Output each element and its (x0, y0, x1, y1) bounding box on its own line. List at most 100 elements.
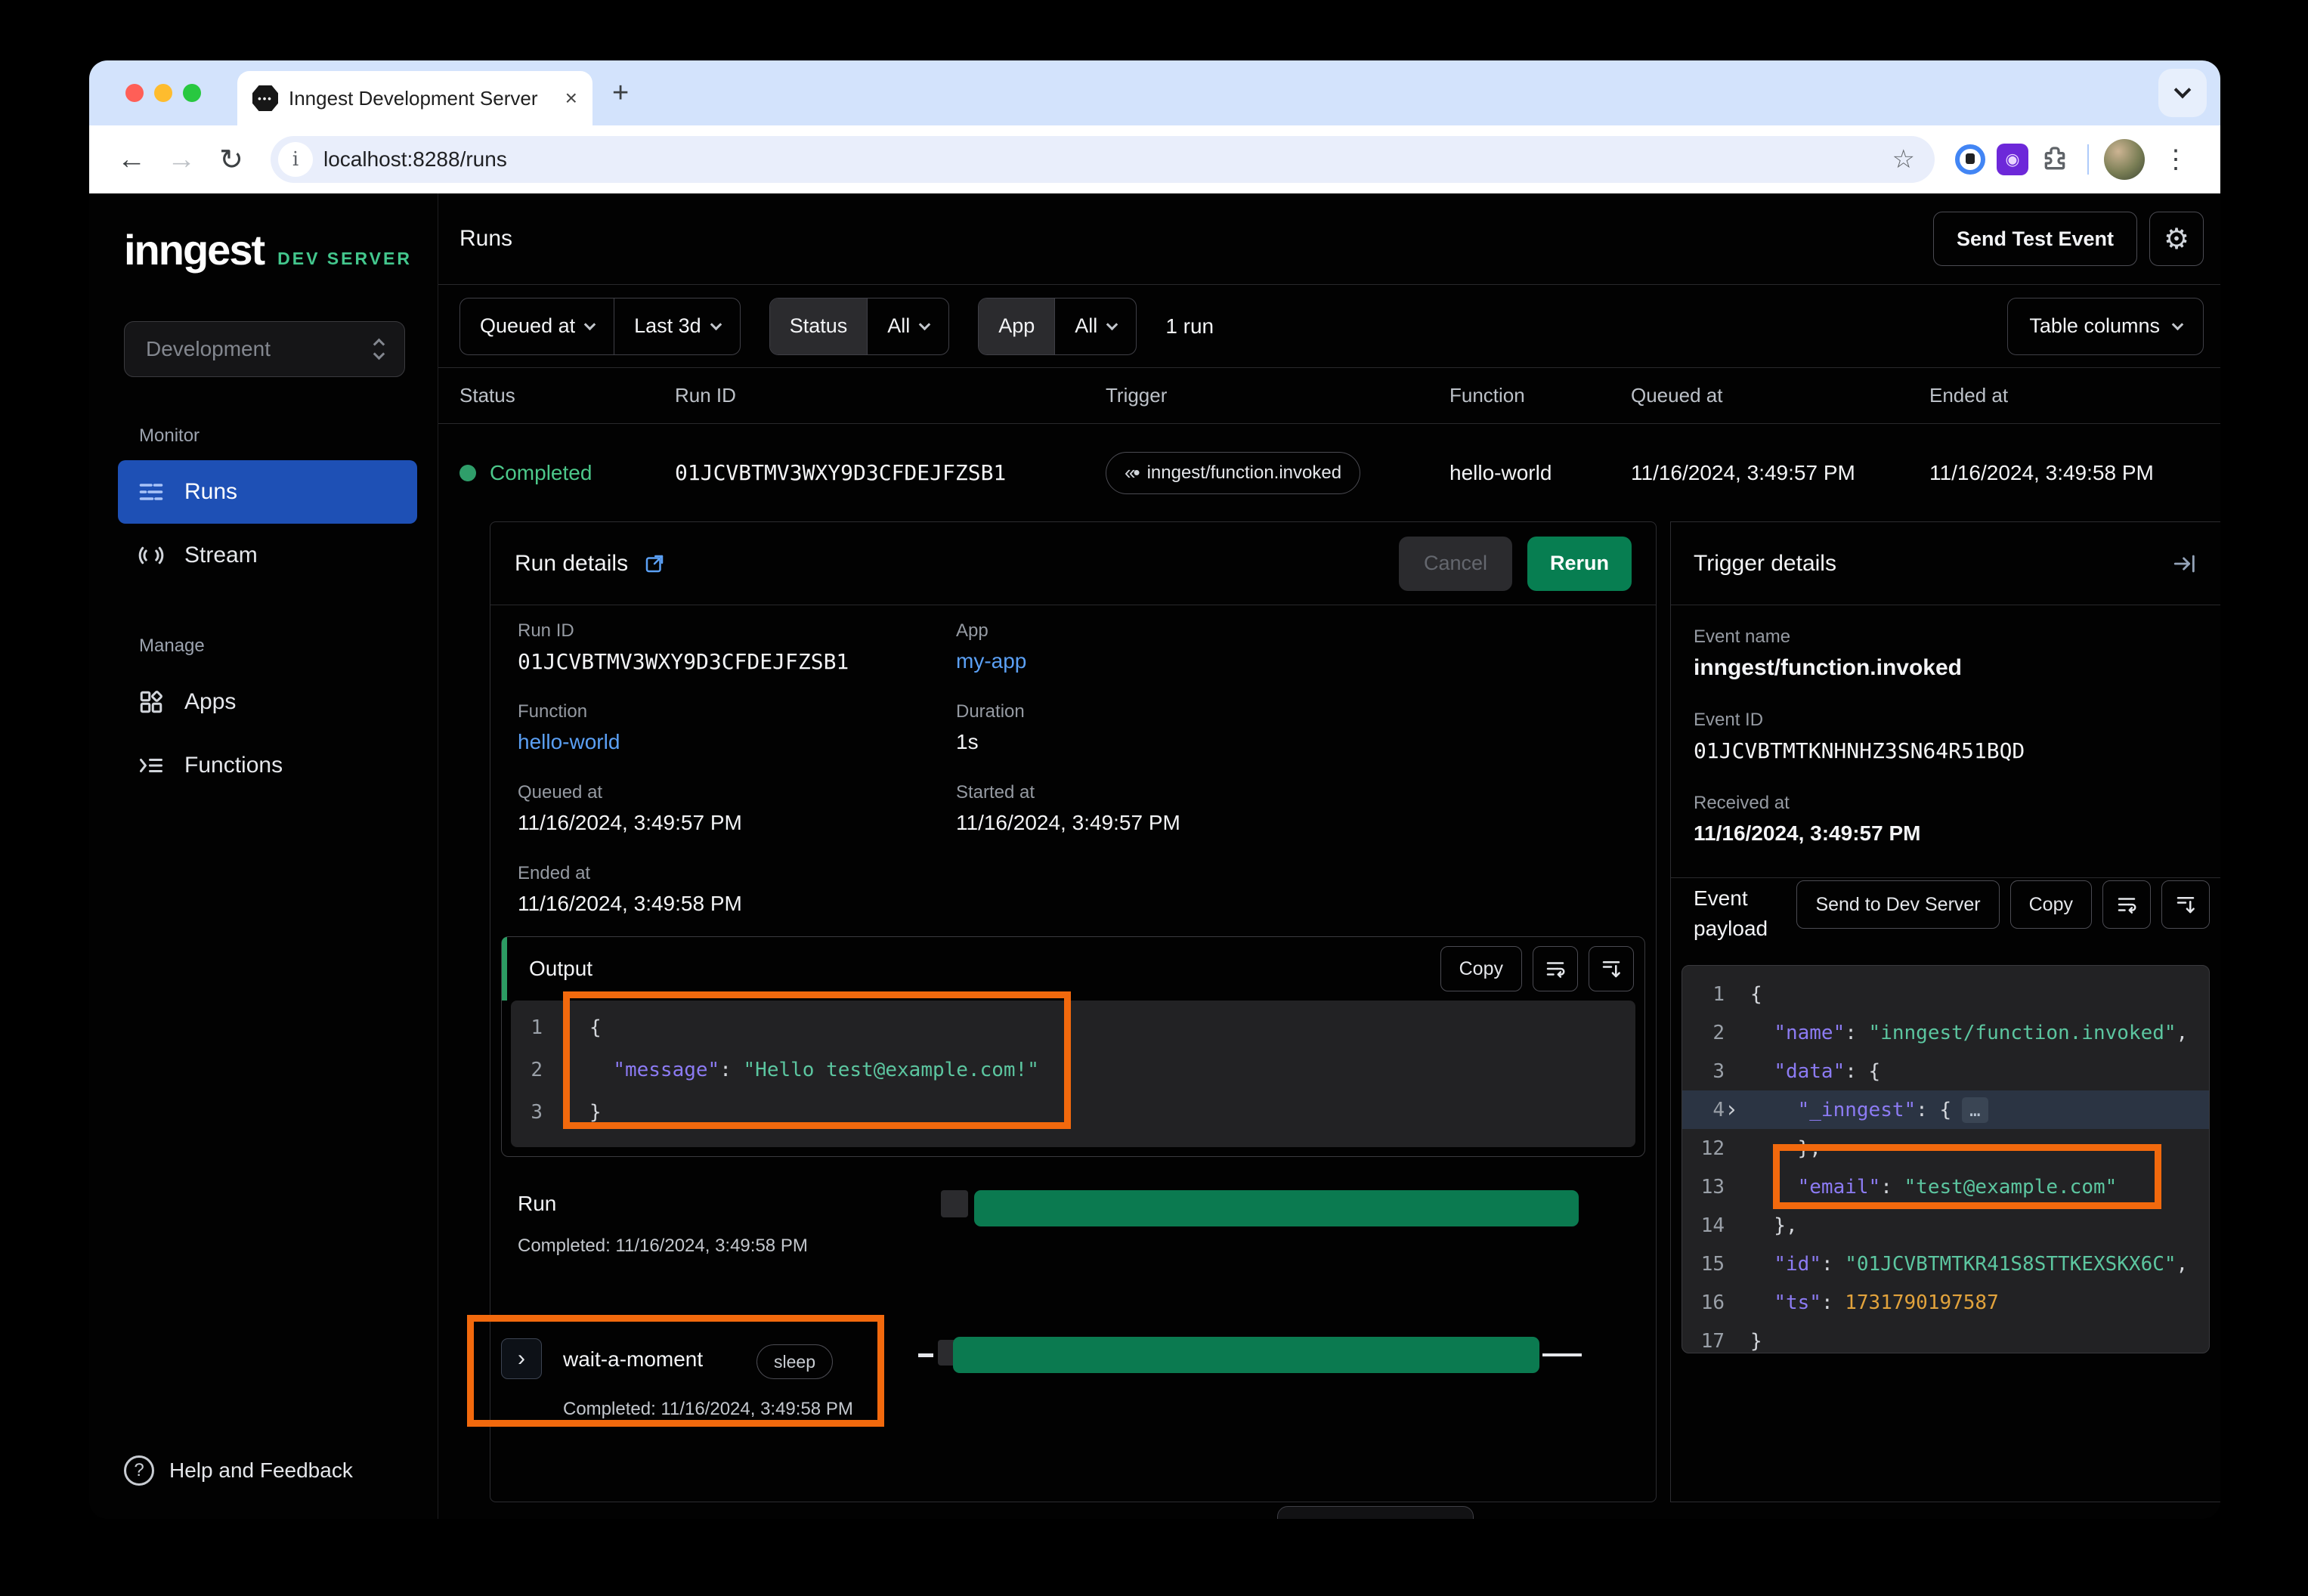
event-payload-label: Eventpayload (1694, 883, 1768, 944)
code-line: 14 }, (1682, 1206, 2209, 1245)
browser-window: ••• Inngest Development Server × + ← → ↻… (89, 60, 2220, 1519)
site-info-icon[interactable]: i (278, 142, 313, 177)
word-wrap-icon[interactable] (1533, 946, 1578, 991)
window-close-button[interactable] (125, 84, 144, 102)
external-link-icon[interactable] (643, 552, 666, 575)
field-value-function-link[interactable]: hello-world (518, 730, 620, 754)
filter-bar: Queued at Last 3d Status All App All 1 r… (438, 285, 2220, 367)
field-label-function: Function (518, 701, 587, 722)
col-header-function: Function (1449, 384, 1631, 407)
load-more-button[interactable] (1277, 1506, 1474, 1519)
app-filter[interactable]: App All (978, 298, 1137, 355)
cancel-button[interactable]: Cancel (1399, 537, 1512, 591)
tab-close-icon[interactable]: × (565, 86, 577, 110)
password-manager-extension-icon[interactable] (1953, 142, 1988, 177)
environment-select-value: Development (146, 337, 375, 361)
send-to-dev-server-button[interactable]: Send to Dev Server (1796, 880, 1999, 929)
sidebar-section-monitor: Monitor (139, 425, 438, 447)
extensions-puzzle-icon[interactable] (2037, 142, 2072, 177)
app-filter-label: App (998, 314, 1035, 338)
col-header-run-id: Run ID (675, 384, 1106, 407)
page-title: Runs (459, 226, 1933, 252)
field-label-duration: Duration (956, 701, 1025, 722)
col-header-ended-at: Ended at (1929, 384, 2220, 407)
payload-copy-button[interactable]: Copy (2010, 880, 2092, 929)
time-field-label: Queued at (480, 314, 575, 338)
rerun-button[interactable]: Rerun (1527, 537, 1632, 591)
sidebar-item-functions[interactable]: Functions (118, 734, 417, 797)
output-copy-button[interactable]: Copy (1440, 946, 1522, 991)
tab-search-button[interactable] (2158, 69, 2207, 117)
help-and-feedback[interactable]: ? Help and Feedback (124, 1455, 353, 1486)
code-line: 2 "name": "inngest/function.invoked", (1682, 1013, 2209, 1052)
event-pulse-icon: «• (1125, 461, 1138, 484)
purple-extension-icon[interactable]: ◉ (1995, 142, 2030, 177)
profile-avatar[interactable] (2104, 139, 2145, 180)
code-line: 17} (1682, 1322, 2209, 1353)
bookmark-star-icon[interactable]: ☆ (1892, 144, 1927, 175)
trigger-badge[interactable]: «• inngest/function.invoked (1106, 452, 1360, 494)
help-label: Help and Feedback (169, 1458, 353, 1483)
timeline-run-bar (974, 1190, 1579, 1226)
collapsed-ellipsis-icon[interactable]: … (1962, 1097, 1988, 1123)
chevron-down-icon (919, 318, 931, 330)
time-filter[interactable]: Queued at Last 3d (459, 298, 741, 355)
table-columns-button[interactable]: Table columns (2007, 298, 2204, 355)
step-bar-lead-tick (918, 1353, 933, 1357)
scroll-to-bottom-icon[interactable] (1589, 946, 1634, 991)
received-at-value: 11/16/2024, 3:49:57 PM (1694, 821, 1920, 846)
run-table-row[interactable]: Completed 01JCVBTMV3WXY9D3CFDEJFZSB1 «•i… (438, 424, 2220, 521)
reload-button[interactable]: ↻ (210, 143, 252, 177)
word-wrap-icon[interactable] (2102, 880, 2151, 929)
sidebar-item-label: Stream (184, 543, 258, 568)
trigger-details-title: Trigger details (1694, 551, 2172, 577)
inngest-app: inngest DEV SERVER Development Monitor R… (89, 193, 2220, 1519)
code-line: 16 "ts": 1731790197587 (1682, 1283, 2209, 1322)
annotation-box-step (467, 1315, 884, 1427)
app-filter-value: All (1075, 314, 1097, 338)
field-label-started-at: Started at (956, 782, 1035, 803)
chevron-down-icon (584, 318, 596, 330)
environment-select[interactable]: Development (124, 321, 405, 377)
sidebar-item-stream[interactable]: Stream (118, 524, 417, 587)
timeline-run-completed: Completed: 11/16/2024, 3:49:58 PM (518, 1236, 808, 1257)
browser-tab[interactable]: ••• Inngest Development Server × (237, 71, 592, 125)
address-bar[interactable]: i localhost:8288/runs ☆ (271, 136, 1935, 183)
field-label-app: App (956, 620, 988, 642)
annotation-box-output (563, 991, 1071, 1129)
field-label-queued-at: Queued at (518, 782, 602, 803)
field-value-run-id: 01JCVBTMV3WXY9D3CFDEJFZSB1 (518, 649, 849, 674)
function-cell: hello-world (1449, 461, 1631, 485)
chevron-down-icon (1106, 318, 1118, 330)
back-button[interactable]: ← (110, 144, 153, 176)
chevron-down-icon (710, 318, 722, 330)
status-text: Completed (490, 461, 592, 485)
runs-table-header: Status Run ID Trigger Function Queued at… (438, 368, 2220, 423)
runs-list-icon (138, 478, 165, 506)
dev-server-badge: DEV SERVER (277, 249, 412, 269)
browser-menu-icon[interactable]: ⋮ (2152, 144, 2199, 175)
trigger-name: inngest/function.invoked (1147, 462, 1342, 484)
run-details-title: Run details (515, 551, 628, 577)
window-zoom-button[interactable] (183, 84, 201, 102)
step-bar-trail-tick (1542, 1353, 1582, 1356)
url-text[interactable]: localhost:8288/runs (323, 147, 1882, 172)
time-range-value: Last 3d (634, 314, 701, 338)
sidebar-item-apps[interactable]: Apps (118, 670, 417, 734)
send-test-event-button[interactable]: Send Test Event (1933, 212, 2137, 266)
fold-chevron-icon[interactable]: › (1725, 1096, 1750, 1123)
field-value-queued-at: 11/16/2024, 3:49:57 PM (518, 811, 742, 835)
scroll-to-bottom-icon[interactable] (2161, 880, 2210, 929)
stream-broadcast-icon (138, 542, 165, 569)
code-line: 1{ (1682, 975, 2209, 1013)
settings-gear-button[interactable]: ⚙ (2149, 212, 2204, 266)
event-name-label: Event name (1694, 626, 1790, 648)
collapse-panel-icon[interactable] (2172, 551, 2198, 577)
field-value-app-link[interactable]: my-app (956, 649, 1026, 673)
status-filter[interactable]: Status All (769, 298, 950, 355)
new-tab-button[interactable]: + (612, 77, 629, 110)
forward-button[interactable]: → (160, 144, 203, 176)
window-minimize-button[interactable] (154, 84, 172, 102)
inngest-favicon-icon: ••• (252, 85, 278, 111)
sidebar-item-runs[interactable]: Runs (118, 460, 417, 524)
